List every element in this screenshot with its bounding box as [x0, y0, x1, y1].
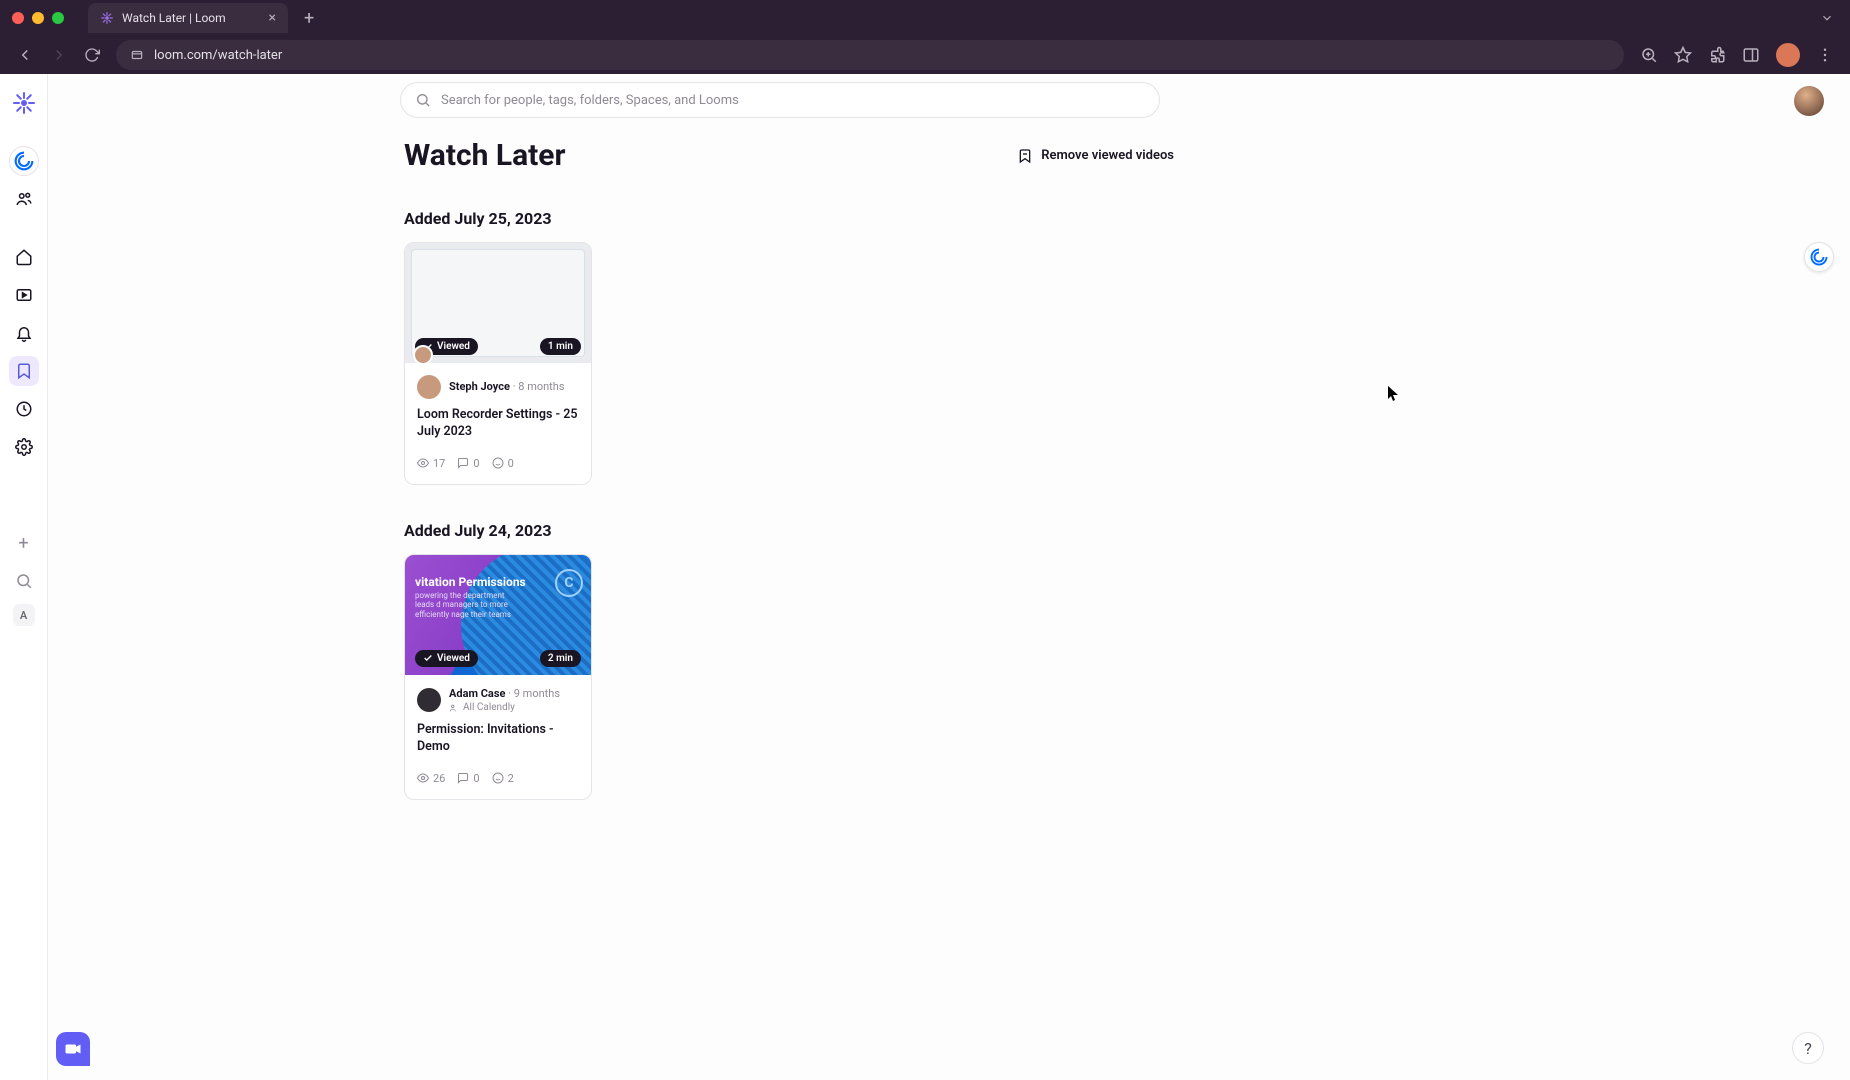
bookmark-remove-icon	[1017, 148, 1033, 164]
author-name: Steph Joyce	[449, 380, 510, 393]
views-stat: 26	[417, 772, 445, 785]
search-icon	[415, 92, 431, 108]
home-icon[interactable]	[9, 242, 39, 272]
author-avatar	[417, 688, 441, 712]
site-info-icon[interactable]	[130, 48, 144, 62]
section-heading: Added July 25, 2023	[404, 209, 1850, 228]
video-thumbnail[interactable]: vitation Permissions powering the depart…	[405, 555, 591, 675]
notifications-icon[interactable]	[9, 318, 39, 348]
comments-stat: 0	[457, 457, 479, 470]
reactions-stat: 2	[492, 772, 514, 785]
chrome-menu-icon[interactable]	[1816, 46, 1834, 64]
sidebar: + A	[0, 74, 48, 1080]
tabs-dropdown-icon[interactable]	[1820, 11, 1834, 25]
tab-bar: Watch Later | Loom × +	[0, 0, 1850, 36]
minimize-window[interactable]	[32, 12, 44, 24]
content: Search for people, tags, folders, Spaces…	[48, 74, 1850, 1080]
eye-icon	[417, 457, 429, 469]
search-placeholder: Search for people, tags, folders, Spaces…	[441, 93, 739, 108]
chrome-profile-avatar[interactable]	[1776, 43, 1800, 67]
thumb-overlay-title: vitation Permissions	[415, 575, 526, 589]
user-avatar[interactable]	[1794, 86, 1824, 116]
back-button[interactable]	[16, 46, 34, 64]
new-tab-button[interactable]: +	[304, 8, 314, 29]
search-sidebar-icon[interactable]	[9, 566, 39, 596]
author-avatar	[417, 375, 441, 399]
loom-favicon-icon	[100, 11, 114, 25]
viewed-badge: Viewed	[415, 650, 478, 667]
sidepanel-icon[interactable]	[1742, 46, 1760, 64]
eye-icon	[417, 772, 429, 784]
author-name: Adam Case	[449, 687, 505, 700]
browser-chrome: Watch Later | Loom × + loom.com/watch-la…	[0, 0, 1850, 74]
browser-tab[interactable]: Watch Later | Loom ×	[88, 3, 288, 33]
video-card[interactable]: vitation Permissions powering the depart…	[404, 554, 592, 800]
video-stats: 17 0 0	[417, 457, 579, 470]
page-header: Watch Later Remove viewed videos	[404, 138, 1174, 173]
video-age: 8 months	[518, 380, 564, 393]
library-icon[interactable]	[9, 280, 39, 310]
author-row: Steph Joyce · 8 months	[417, 375, 579, 399]
remove-viewed-button[interactable]: Remove viewed videos	[1017, 148, 1174, 164]
video-card[interactable]: Viewed 1 min Steph Joyce · 8 months Loom…	[404, 242, 592, 485]
main: Watch Later Remove viewed videos Added J…	[48, 126, 1850, 876]
workspace-calendly-icon[interactable]	[9, 146, 39, 176]
record-button[interactable]	[56, 1032, 90, 1066]
close-window[interactable]	[12, 12, 24, 24]
window-controls	[12, 12, 64, 24]
zoom-icon[interactable]	[1640, 46, 1658, 64]
duration-badge: 2 min	[540, 650, 581, 667]
remove-viewed-label: Remove viewed videos	[1041, 148, 1174, 163]
smile-icon	[492, 457, 504, 469]
thumbnail-author-avatar	[413, 345, 433, 365]
video-title: Loom Recorder Settings - 25 July 2023	[417, 407, 579, 441]
app-root: + A Search for people, tags, folders, Sp…	[0, 74, 1850, 1080]
video-thumbnail[interactable]: Viewed 1 min	[405, 243, 591, 363]
workspace-letter[interactable]: A	[13, 604, 35, 626]
forward-button[interactable]	[50, 46, 68, 64]
loom-logo-icon[interactable]	[9, 88, 39, 118]
calendly-float-icon[interactable]	[1804, 242, 1834, 272]
video-title: Permission: Invitations - Demo	[417, 722, 579, 756]
reload-button[interactable]	[84, 47, 100, 63]
thumb-overlay-sub: powering the department leads d managers…	[415, 591, 525, 620]
video-space: All Calendly	[449, 701, 560, 714]
section-heading: Added July 24, 2023	[404, 521, 1850, 540]
browser-toolbar: loom.com/watch-later	[0, 36, 1850, 74]
tab-title: Watch Later | Loom	[122, 11, 226, 25]
people-small-icon	[449, 703, 459, 713]
page-title: Watch Later	[404, 138, 565, 173]
author-row: Adam Case · 9 months All Calendly	[417, 687, 579, 714]
views-stat: 17	[417, 457, 445, 470]
comment-icon	[457, 772, 469, 784]
topbar: Search for people, tags, folders, Spaces…	[48, 74, 1850, 126]
maximize-window[interactable]	[52, 12, 64, 24]
url-text: loom.com/watch-later	[154, 48, 282, 63]
camera-icon	[64, 1040, 82, 1058]
history-icon[interactable]	[9, 394, 39, 424]
video-age: 9 months	[514, 687, 560, 700]
tab-close-icon[interactable]: ×	[269, 10, 276, 26]
add-button[interactable]: +	[9, 528, 39, 558]
comment-icon	[457, 457, 469, 469]
cursor-icon	[1388, 386, 1400, 402]
comments-stat: 0	[457, 772, 479, 785]
video-stats: 26 0 2	[417, 772, 579, 785]
duration-badge: 1 min	[540, 338, 581, 355]
reactions-stat: 0	[492, 457, 514, 470]
bookmark-star-icon[interactable]	[1674, 46, 1692, 64]
watch-later-icon[interactable]	[9, 356, 39, 386]
settings-icon[interactable]	[9, 432, 39, 462]
smile-icon	[492, 772, 504, 784]
check-icon	[423, 653, 433, 663]
search-input[interactable]: Search for people, tags, folders, Spaces…	[400, 82, 1160, 118]
extensions-icon[interactable]	[1708, 46, 1726, 64]
help-button[interactable]: ?	[1792, 1032, 1824, 1064]
people-icon[interactable]	[9, 184, 39, 214]
calendly-badge-icon: C	[555, 569, 583, 597]
address-bar[interactable]: loom.com/watch-later	[116, 40, 1624, 70]
